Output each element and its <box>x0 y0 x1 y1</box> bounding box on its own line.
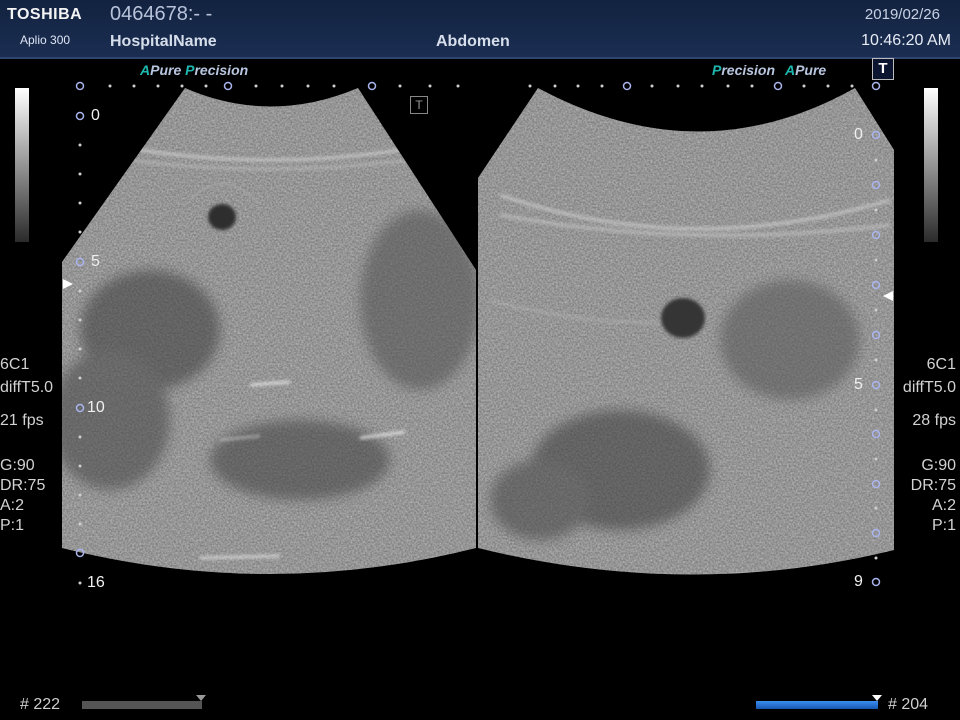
left-grayscale-bar <box>15 88 29 242</box>
left-p-param: P:1 <box>0 517 25 534</box>
left-depth-label-0: 0 <box>91 107 100 124</box>
left-ultrasound-image[interactable] <box>50 85 480 605</box>
right-cine-bar[interactable] <box>756 695 882 711</box>
left-frame-rate: 21 fps <box>0 412 44 429</box>
right-a-param: A:2 <box>931 497 956 514</box>
left-cine-bar[interactable] <box>82 695 206 711</box>
left-depth-label-16: 16 <box>87 574 105 591</box>
left-cine-bar-fill <box>82 701 202 709</box>
right-frame-counter: # 204 <box>888 696 929 713</box>
right-dynamic-range: DR:75 <box>910 477 956 494</box>
left-probe-name: 6C1 <box>0 356 30 373</box>
left-frame-counter: # 222 <box>20 696 61 713</box>
right-depth-label-5: 5 <box>854 376 863 393</box>
right-gain: G:90 <box>921 457 956 474</box>
left-a-param: A:2 <box>0 497 25 514</box>
left-depth-label-10: 10 <box>87 399 105 416</box>
right-depth-label-0: 0 <box>854 126 863 143</box>
left-mode-indicator: APure Precision <box>140 62 249 78</box>
right-depth-label-9: 9 <box>854 573 863 590</box>
left-diff-mode: diffT5.0 <box>0 379 54 396</box>
left-transducer-orientation-icon[interactable]: T <box>410 96 428 114</box>
right-grayscale-bar <box>924 88 938 242</box>
left-gain: G:90 <box>0 457 35 474</box>
right-p-param: P:1 <box>931 517 956 534</box>
ultrasound-display[interactable] <box>0 0 960 720</box>
right-ultrasound-image[interactable] <box>476 85 896 605</box>
right-cine-position-marker[interactable] <box>872 695 882 701</box>
right-frame-rate: 28 fps <box>912 412 956 429</box>
right-diff-mode: diffT5.0 <box>902 379 956 396</box>
right-probe-name: 6C1 <box>926 356 956 373</box>
left-dynamic-range: DR:75 <box>0 477 46 494</box>
right-mode-indicator: Precision APure <box>712 62 827 78</box>
right-transducer-orientation-icon[interactable]: T <box>872 58 894 80</box>
top-scale-dots <box>75 81 881 91</box>
left-cine-position-marker[interactable] <box>196 695 206 701</box>
right-cine-bar-fill <box>756 701 878 709</box>
left-depth-label-5: 5 <box>91 253 100 270</box>
